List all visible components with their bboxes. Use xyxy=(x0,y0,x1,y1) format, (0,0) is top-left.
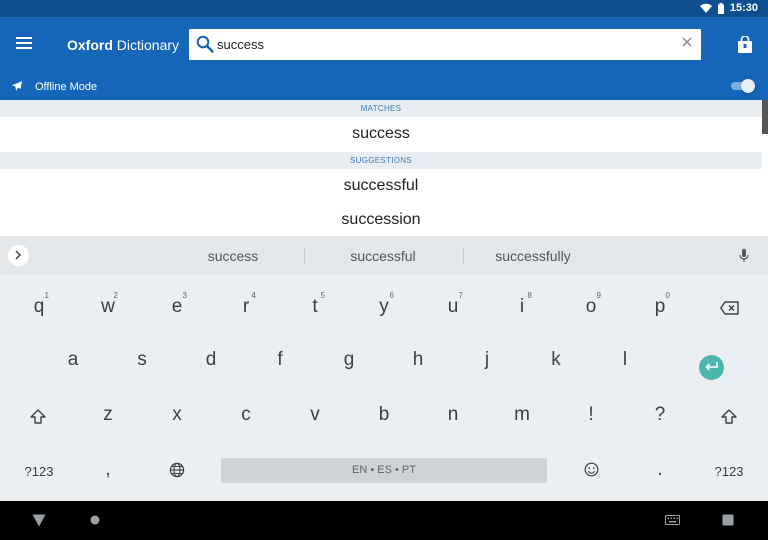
menu-icon[interactable] xyxy=(16,37,32,51)
key-x[interactable]: x xyxy=(147,391,207,441)
shift-icon[interactable] xyxy=(721,409,737,424)
chevron-right-icon xyxy=(15,250,22,260)
key-exclamation[interactable]: ! xyxy=(561,391,621,441)
recents-square-icon[interactable] xyxy=(722,514,734,526)
airplane-icon xyxy=(12,81,22,91)
key-k[interactable]: k xyxy=(526,336,586,386)
key-h[interactable]: h xyxy=(388,336,448,386)
keyboard-suggestion[interactable]: success xyxy=(163,248,303,264)
offline-mode-label: Offline Mode xyxy=(35,81,98,93)
matches-header: MATCHES xyxy=(0,100,762,117)
keyboard-icon[interactable] xyxy=(665,515,680,525)
key-period[interactable]: . xyxy=(630,446,690,496)
expand-suggestions-button[interactable] xyxy=(8,245,29,266)
symbols-key[interactable]: ?123 xyxy=(699,446,759,496)
shift-icon[interactable] xyxy=(30,409,46,424)
search-icon xyxy=(196,35,214,53)
emoji-icon[interactable] xyxy=(584,462,599,477)
keyboard-suggestion[interactable]: successfully xyxy=(463,248,603,264)
key-s[interactable]: s xyxy=(112,336,172,386)
status-time: 15:30 xyxy=(729,2,758,14)
match-item[interactable]: success xyxy=(0,117,762,151)
shopping-bag-icon[interactable] xyxy=(737,36,753,54)
battery-icon xyxy=(717,2,724,14)
key-y[interactable]: 6y xyxy=(354,283,414,333)
results-scrollbar[interactable] xyxy=(762,100,768,134)
keyboard-suggestion[interactable]: successful xyxy=(313,248,453,264)
key-i[interactable]: 8i xyxy=(492,283,552,333)
status-bar: 15:30 xyxy=(0,0,768,17)
space-key[interactable]: EN • ES • PT xyxy=(221,458,547,483)
key-a[interactable]: a xyxy=(43,336,103,386)
key-r[interactable]: 4r xyxy=(216,283,276,333)
search-box[interactable] xyxy=(189,29,701,60)
backspace-icon[interactable] xyxy=(720,301,739,315)
suggestions-header: SUGGESTIONS xyxy=(0,152,762,169)
enter-key[interactable] xyxy=(699,355,724,380)
microphone-icon[interactable] xyxy=(739,249,749,263)
key-g[interactable]: g xyxy=(319,336,379,386)
key-p[interactable]: 0p xyxy=(630,283,690,333)
key-n[interactable]: n xyxy=(423,391,483,441)
key-o[interactable]: 9o xyxy=(561,283,621,333)
key-q[interactable]: 1q xyxy=(9,283,69,333)
suggestion-item[interactable]: successful xyxy=(0,169,762,203)
key-j[interactable]: j xyxy=(457,336,517,386)
key-c[interactable]: c xyxy=(216,391,276,441)
key-comma[interactable]: , xyxy=(78,446,138,496)
app-title: Oxford Dictionary xyxy=(67,37,180,53)
home-circle-icon[interactable] xyxy=(90,515,100,525)
offline-mode-toggle[interactable] xyxy=(731,79,755,93)
key-f[interactable]: f xyxy=(250,336,310,386)
enter-icon xyxy=(705,362,718,371)
wifi-icon xyxy=(699,3,712,13)
soft-keyboard: success successful successfully 1q 2w 3e… xyxy=(0,236,768,501)
key-w[interactable]: 2w xyxy=(78,283,138,333)
offline-mode-bar: Offline Mode xyxy=(0,72,768,100)
key-e[interactable]: 3e xyxy=(147,283,207,333)
key-v[interactable]: v xyxy=(285,391,345,441)
globe-icon[interactable] xyxy=(169,462,185,478)
keyboard-suggestion-strip: success successful successfully xyxy=(0,236,768,275)
key-b[interactable]: b xyxy=(354,391,414,441)
divider xyxy=(304,248,305,264)
app-bar: Oxford Dictionary xyxy=(0,17,768,72)
symbols-key[interactable]: ?123 xyxy=(9,446,69,496)
navigation-bar xyxy=(0,501,768,540)
key-l[interactable]: l xyxy=(595,336,655,386)
key-m[interactable]: m xyxy=(492,391,552,441)
key-u[interactable]: 7u xyxy=(423,283,483,333)
back-triangle-icon[interactable] xyxy=(32,514,46,527)
close-icon[interactable] xyxy=(682,37,692,47)
search-input[interactable] xyxy=(217,33,667,56)
key-question[interactable]: ? xyxy=(630,391,690,441)
key-t[interactable]: 5t xyxy=(285,283,345,333)
key-d[interactable]: d xyxy=(181,336,241,386)
key-z[interactable]: z xyxy=(78,391,138,441)
suggestion-item[interactable]: succession xyxy=(0,203,762,237)
